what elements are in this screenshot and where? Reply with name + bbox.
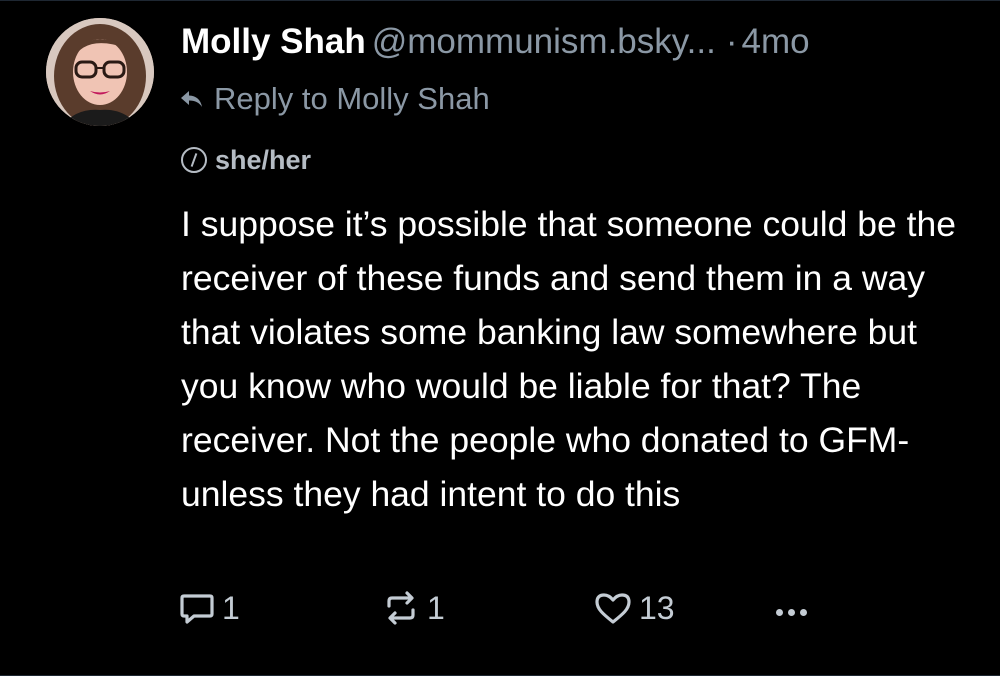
- post-body: I suppose it’s possible that someone cou…: [181, 204, 956, 514]
- pronoun-icon: [181, 147, 207, 173]
- reply-to-link[interactable]: Reply to Molly Shah: [178, 79, 490, 119]
- post-actions: 1 1 13: [178, 589, 838, 643]
- repost-count: 1: [427, 589, 445, 626]
- separator-dot: ·: [725, 22, 738, 61]
- avatar[interactable]: [46, 18, 154, 126]
- post-timestamp[interactable]: 4mo: [742, 22, 810, 61]
- comment-icon: [180, 594, 214, 624]
- author-name[interactable]: Molly Shah: [181, 22, 366, 61]
- reply-to-label: Reply to Molly Shah: [214, 81, 490, 116]
- post-card[interactable]: Molly Shah @mommunism.bsky... · 4mo Reply t…: [0, 0, 1000, 676]
- reply-button[interactable]: 1: [178, 589, 240, 627]
- pronoun-label: she/her: [181, 143, 311, 177]
- repost-icon: [387, 591, 415, 625]
- reply-arrow-icon: [181, 91, 202, 107]
- more-options-icon: [776, 609, 812, 616]
- pronoun-text: she/her: [215, 145, 312, 175]
- heart-icon: [595, 593, 631, 624]
- repost-button[interactable]: 1: [381, 589, 445, 627]
- author-handle[interactable]: @mommunism.bsky...: [372, 22, 716, 61]
- more-options-button[interactable]: [776, 609, 812, 616]
- reply-count: 1: [222, 589, 240, 626]
- like-button[interactable]: 13: [593, 589, 675, 627]
- like-count: 13: [639, 589, 675, 626]
- post-header: Molly Shah @mommunism.bsky... · 4mo: [181, 19, 810, 65]
